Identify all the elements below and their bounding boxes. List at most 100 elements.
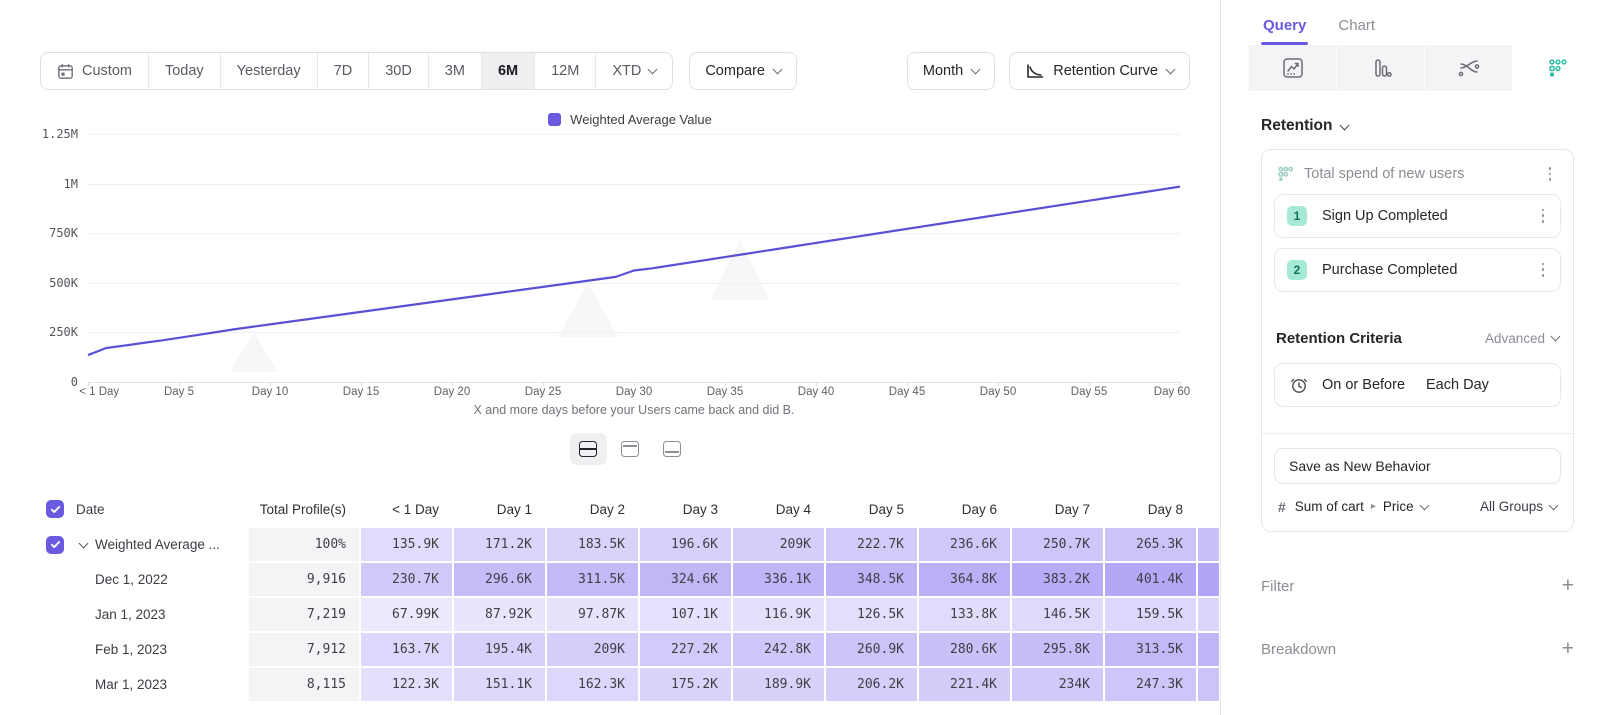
chart-type-label: Retention Curve	[1053, 63, 1158, 79]
report-tab-retention[interactable]	[1513, 45, 1600, 91]
event-step-1[interactable]: 1Sign Up Completed	[1274, 194, 1561, 238]
kebab-menu-icon[interactable]	[1534, 206, 1552, 226]
retention-dots-icon	[1546, 57, 1568, 79]
step-number-badge: 2	[1287, 260, 1307, 280]
retention-plot[interactable]	[88, 134, 1180, 382]
range-label: Custom	[82, 63, 132, 79]
chevron-down-icon[interactable]	[79, 538, 89, 548]
add-icon[interactable]: +	[1562, 641, 1574, 657]
range-12m[interactable]: 12M	[535, 53, 596, 89]
compare-button[interactable]: Compare	[689, 52, 797, 90]
cell-value: 348.5K	[826, 563, 917, 596]
retention-section-head[interactable]: Retention	[1261, 117, 1574, 135]
kebab-menu-icon[interactable]	[1534, 260, 1552, 280]
cell-value: 87.92K	[454, 598, 545, 631]
cell-value: 227.2K	[640, 633, 731, 666]
layout-toggle-panel-top[interactable]	[612, 433, 649, 465]
row-checkbox[interactable]	[46, 536, 64, 554]
numeric-property-icon: #	[1278, 499, 1286, 515]
step-number-badge: 1	[1287, 206, 1307, 226]
cell-value: 8,115	[249, 668, 359, 701]
layout-toggle-split-horizontal[interactable]	[570, 433, 607, 465]
cell-value: 175.2K	[640, 668, 731, 701]
cell-value: 311.5K	[547, 563, 638, 596]
save-behavior-button[interactable]: Save as New Behavior	[1274, 448, 1561, 484]
report-tab-insights[interactable]	[1249, 45, 1336, 91]
range-yesterday[interactable]: Yesterday	[221, 53, 318, 89]
x-tick-label: < 1 Day	[79, 386, 119, 398]
summary-sliver-cell	[1197, 527, 1220, 562]
cohort-date: Jan 1, 2023	[76, 597, 248, 632]
y-tick-label: 500K	[49, 276, 78, 290]
range-label: 30D	[385, 63, 412, 79]
range-xtd[interactable]: XTD	[596, 53, 672, 89]
range-custom[interactable]: Custom	[41, 53, 149, 89]
cell-value: 265.3K	[1105, 528, 1196, 561]
day-value-cell: 247.3K	[1104, 667, 1197, 702]
chevron-down-icon	[1549, 500, 1559, 510]
cell-value: 162.3K	[547, 668, 638, 701]
cell-value	[1198, 598, 1219, 631]
range-30d[interactable]: 30D	[369, 53, 429, 89]
behavior-events: 1Sign Up Completed 2Purchase Completed	[1274, 194, 1561, 292]
granularity-button[interactable]: Month	[907, 52, 995, 90]
summary-label: Weighted Average ...	[95, 537, 220, 552]
criteria-condition-row[interactable]: On or Before Each Day	[1274, 363, 1561, 407]
caret-right-icon: ▸	[1371, 501, 1376, 512]
cell-value: 250.7K	[1012, 528, 1103, 561]
y-axis: 0250K500K750K1M1.25M	[40, 134, 88, 382]
behavior-title[interactable]: Total spend of new users	[1304, 166, 1531, 182]
kebab-menu-icon[interactable]	[1541, 164, 1559, 184]
chart-legend: Weighted Average Value	[40, 110, 1220, 128]
group-label: All Groups	[1480, 499, 1543, 514]
measurement-row: # Sum of cart ▸ Price All Groups	[1274, 484, 1561, 531]
cohort-date: Feb 1, 2023	[76, 632, 248, 667]
add-icon[interactable]: +	[1562, 578, 1574, 594]
day-value-cell: 151.1K	[453, 667, 546, 702]
range-3m[interactable]: 3M	[429, 53, 482, 89]
range-7d[interactable]: 7D	[318, 53, 370, 89]
compare-label: Compare	[705, 63, 765, 79]
header-day2: Day 2	[546, 491, 639, 527]
header-day1: Day 1	[453, 491, 546, 527]
summary-day-cell: 183.5K	[546, 527, 639, 562]
checkbox-cell	[40, 562, 76, 597]
range-6m[interactable]: 6M	[482, 53, 535, 89]
retention-chart: 0250K500K750K1M1.25M	[40, 134, 1220, 382]
range-today[interactable]: Today	[149, 53, 221, 89]
measure-property-dropdown[interactable]: Sum of cart ▸ Price	[1295, 499, 1428, 514]
layout-toggle-panel-bottom[interactable]	[654, 433, 691, 465]
panel-top-icon	[621, 441, 639, 457]
summary-day-cell: 196.6K	[639, 527, 732, 562]
total-profiles-cell: 7,219	[248, 597, 360, 632]
tab-query[interactable]: Query	[1261, 10, 1308, 45]
cell-value: 401.4K	[1105, 563, 1196, 596]
card-divider	[1262, 433, 1573, 434]
header-1day: < 1 Day	[360, 491, 453, 527]
check-icon	[50, 539, 61, 550]
advanced-dropdown[interactable]: Advanced	[1485, 331, 1559, 346]
checkbox-cell	[40, 597, 76, 632]
cell-value: 126.5K	[826, 598, 917, 631]
tab-chart[interactable]: Chart	[1336, 10, 1377, 45]
x-tick-label: Day 15	[343, 386, 379, 398]
cell-value: 100%	[249, 528, 359, 561]
day-value-cell: 324.6K	[639, 562, 732, 597]
x-tick-label: Day 20	[434, 386, 470, 398]
cell-value: 159.5K	[1105, 598, 1196, 631]
behavior-card-head: Total spend of new users	[1274, 162, 1561, 184]
chart-type-button[interactable]: Retention Curve	[1009, 52, 1190, 90]
day-value-cell: 383.2K	[1011, 562, 1104, 597]
panel-bottom-icon	[663, 441, 681, 457]
summary-label-cell: Weighted Average ...	[76, 527, 248, 562]
group-dropdown[interactable]: All Groups	[1480, 499, 1557, 514]
behavior-card: Total spend of new users 1Sign Up Comple…	[1261, 149, 1574, 532]
report-type-tabs	[1249, 45, 1600, 91]
row-checkbox[interactable]	[46, 500, 64, 518]
day-value-cell: 175.2K	[639, 667, 732, 702]
report-tab-flows[interactable]	[1425, 45, 1512, 91]
day-value-cell: 234K	[1011, 667, 1104, 702]
event-step-2[interactable]: 2Purchase Completed	[1274, 248, 1561, 292]
day-value-cell: 401.4K	[1104, 562, 1197, 597]
report-tab-funnels[interactable]	[1337, 45, 1424, 91]
